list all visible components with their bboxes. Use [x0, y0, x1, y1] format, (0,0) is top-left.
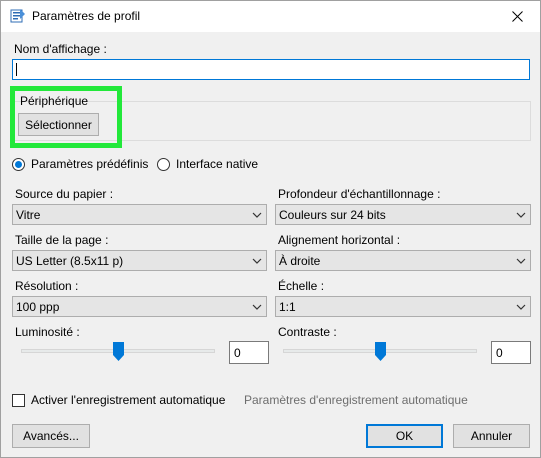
chevron-down-icon	[516, 212, 526, 218]
ok-button[interactable]: OK	[366, 424, 443, 448]
brightness-input[interactable]: 0	[229, 341, 269, 364]
predefined-settings-label: Paramètres prédéfinis	[31, 157, 149, 171]
close-icon	[511, 11, 523, 22]
scale-value: 1:1	[279, 300, 296, 314]
advanced-button[interactable]: Avancés...	[12, 424, 90, 448]
bit-depth-value: Couleurs sur 24 bits	[279, 208, 386, 222]
predefined-settings-radio[interactable]	[12, 158, 25, 171]
chevron-down-icon	[516, 258, 526, 264]
contrast-value: 0	[496, 346, 503, 360]
page-size-value: US Letter (8.5x11 p)	[16, 254, 124, 268]
autosave-checkbox-label: Activer l'enregistrement automatique	[31, 393, 226, 407]
chevron-down-icon	[252, 258, 262, 264]
resolution-select[interactable]: 100 ppp	[12, 296, 267, 317]
native-interface-radio[interactable]	[157, 158, 170, 171]
native-interface-label: Interface native	[176, 157, 259, 171]
display-name-input[interactable]	[12, 59, 530, 80]
bit-depth-select[interactable]: Couleurs sur 24 bits	[275, 204, 531, 225]
chevron-down-icon	[252, 304, 262, 310]
brightness-label: Luminosité :	[15, 325, 80, 339]
autosave-checkbox[interactable]	[12, 394, 25, 407]
brightness-value: 0	[234, 346, 241, 360]
text-caret	[16, 63, 17, 76]
page-size-label: Taille de la page :	[15, 233, 109, 247]
page-size-select[interactable]: US Letter (8.5x11 p)	[12, 250, 267, 271]
scale-select[interactable]: 1:1	[275, 296, 531, 317]
horizontal-align-label: Alignement horizontal :	[278, 233, 401, 247]
horizontal-align-value: À droite	[279, 254, 321, 268]
contrast-input[interactable]: 0	[491, 341, 531, 364]
display-name-label: Nom d'affichage :	[14, 42, 107, 56]
paper-source-label: Source du papier :	[15, 187, 114, 201]
profile-settings-dialog: Paramètres de profil Nom d'affichage : P…	[0, 0, 541, 458]
scale-label: Échelle :	[278, 279, 325, 293]
paper-source-select[interactable]: Vitre	[12, 204, 267, 225]
bit-depth-label: Profondeur d'échantillonnage :	[278, 187, 441, 201]
title-bar: Paramètres de profil	[1, 1, 540, 32]
chevron-down-icon	[252, 212, 262, 218]
brightness-slider-thumb[interactable]	[112, 342, 124, 361]
app-icon	[10, 8, 26, 24]
window-title: Paramètres de profil	[32, 9, 141, 23]
horizontal-align-select[interactable]: À droite	[275, 250, 531, 271]
autosave-settings-link[interactable]: Paramètres d'enregistrement automatique	[244, 393, 468, 407]
contrast-slider-thumb[interactable]	[374, 342, 386, 361]
resolution-label: Résolution :	[15, 279, 79, 293]
chevron-down-icon	[516, 304, 526, 310]
highlight-box	[10, 86, 122, 148]
cancel-button[interactable]: Annuler	[453, 424, 530, 448]
close-button[interactable]	[494, 1, 540, 32]
contrast-label: Contraste :	[278, 325, 337, 339]
paper-source-value: Vitre	[16, 208, 41, 222]
resolution-value: 100 ppp	[16, 300, 60, 314]
